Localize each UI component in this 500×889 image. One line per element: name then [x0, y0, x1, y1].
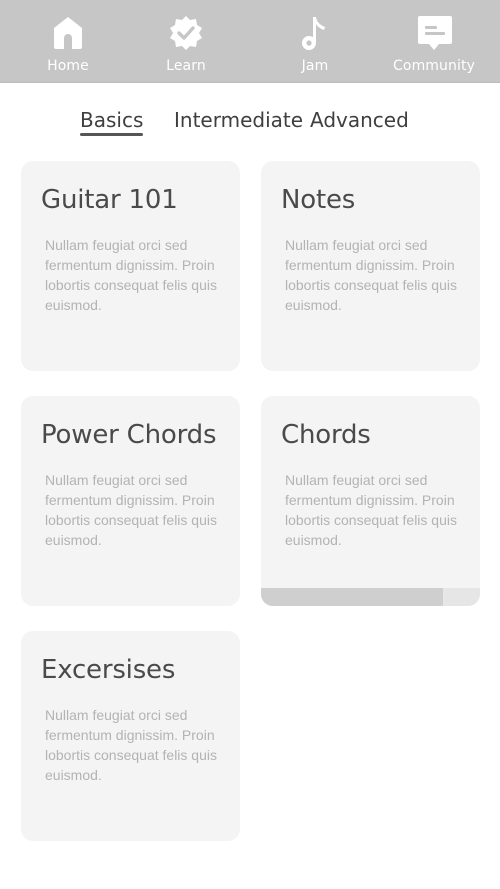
nav-label-learn: Learn	[166, 58, 206, 74]
card-description: Nullam feugiat orci sed fermentum dignis…	[45, 237, 217, 313]
nav-item-community[interactable]: Community	[374, 0, 494, 82]
level-tabs: Basics Intermediate Advanced	[0, 104, 500, 144]
card-title: Guitar 101	[41, 185, 178, 215]
card-description: Nullam feugiat orci sed fermentum dignis…	[285, 237, 457, 313]
active-tab-indicator	[80, 133, 143, 136]
card-title: Notes	[281, 185, 356, 215]
lesson-card-power-chords[interactable]: Power Chords Nullam feugiat orci sed fer…	[21, 396, 240, 606]
nav-item-jam[interactable]: Jam	[255, 0, 375, 82]
top-nav: Home Learn Jam Community	[0, 0, 500, 83]
tab-basics[interactable]: Basics	[80, 108, 143, 132]
lesson-card-excersises[interactable]: Excersises Nullam feugiat orci sed ferme…	[21, 631, 240, 841]
music-note-icon	[297, 14, 333, 52]
card-description: Nullam feugiat orci sed fermentum dignis…	[285, 472, 457, 548]
lesson-card-notes[interactable]: Notes Nullam feugiat orci sed fermentum …	[261, 161, 480, 371]
chat-icon	[416, 14, 452, 52]
nav-item-learn[interactable]: Learn	[126, 0, 246, 82]
lesson-card-chords[interactable]: Chords Nullam feugiat orci sed fermentum…	[261, 396, 480, 606]
tab-advanced[interactable]: Advanced	[310, 108, 409, 132]
lesson-progress-bar	[261, 588, 480, 606]
card-title: Excersises	[41, 655, 176, 685]
lesson-progress-fill	[261, 588, 443, 606]
card-description: Nullam feugiat orci sed fermentum dignis…	[45, 707, 217, 783]
badge-check-icon	[168, 14, 204, 52]
nav-label-jam: Jam	[301, 58, 329, 74]
home-icon	[50, 14, 86, 52]
lesson-card-guitar-101[interactable]: Guitar 101 Nullam feugiat orci sed ferme…	[21, 161, 240, 371]
nav-label-community: Community	[393, 58, 475, 74]
nav-item-home[interactable]: Home	[8, 0, 128, 82]
tab-intermediate[interactable]: Intermediate	[174, 108, 303, 132]
card-description: Nullam feugiat orci sed fermentum dignis…	[45, 472, 217, 548]
nav-label-home: Home	[47, 58, 89, 74]
card-title: Power Chords	[41, 420, 217, 450]
card-title: Chords	[281, 420, 371, 450]
